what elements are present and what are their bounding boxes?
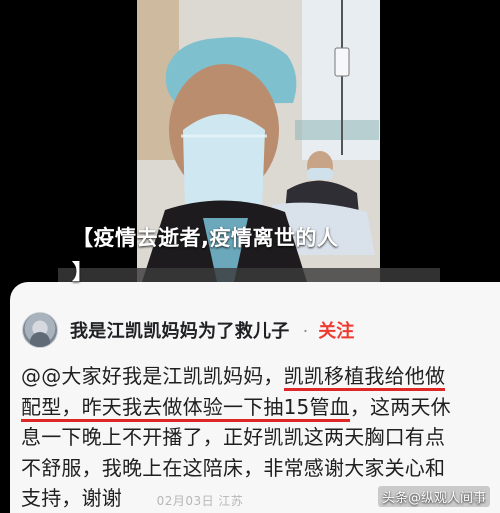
post-line-1: @@大家好我是江凯凯妈妈，凯凯移植我给他做: [21, 361, 496, 392]
header-separator: ·: [302, 322, 309, 342]
post-line-3-text: 息一下晚上不开播了，正好凯凯这两天胸口有点: [21, 425, 446, 449]
post-header: 我是江凯凯妈妈为了救儿子 · 关注: [22, 312, 354, 348]
post-line-5-text: 支持，谢谢: [21, 486, 122, 510]
overlay-title-line-1: 【疫情去逝者,疫情离世的人: [72, 226, 339, 250]
post-line-4-text: 不舒服，我晚上在这陪床，非常感谢大家关心和: [21, 455, 446, 480]
post-card: 我是江凯凯妈妈为了救儿子 · 关注 @@大家好我是江凯凯妈妈，凯凯移植我给他做 …: [10, 282, 500, 513]
post-line-1-text: @@大家好我是江凯凯妈妈，: [21, 364, 284, 388]
post-line-2: 配型，昨天我去做体验一下抽15管血，这两天休: [21, 392, 496, 423]
post-line-4: 不舒服，我晚上在这陪床，非常感谢大家关心和: [21, 453, 496, 484]
source-watermark: 头条@纵观人间事: [377, 486, 490, 507]
follow-button[interactable]: 关注: [318, 321, 354, 342]
iv-bag: [334, 47, 350, 77]
highlighted-text: 配型，昨天我去做体验一下抽15管血: [21, 394, 350, 422]
post-line-2-tail: ，这两天休: [349, 394, 451, 419]
patient-mask: [307, 168, 333, 180]
post-meta: 02月03日 江苏: [156, 494, 244, 508]
wall-shelf: [295, 120, 379, 140]
screenshot-canvas: 【疫情去逝者,疫情离世的人 】 我是江凯凯妈妈为了救儿子 · 关注 @@大家好我…: [0, 0, 500, 513]
post-line-3: 息一下晚上不开播了，正好凯凯这两天胸口有点: [21, 422, 496, 453]
author-row: 我是江凯凯妈妈为了救儿子 · 关注: [70, 317, 354, 343]
highlighted-text: 凯凯移植我给他做: [283, 364, 446, 391]
overlay-title-line-2: 】: [72, 260, 94, 284]
overlay-title: 【疫情去逝者,疫情离世的人 】: [72, 221, 428, 289]
avatar[interactable]: [22, 312, 58, 348]
author-name[interactable]: 我是江凯凯妈妈为了救儿子: [70, 321, 290, 342]
